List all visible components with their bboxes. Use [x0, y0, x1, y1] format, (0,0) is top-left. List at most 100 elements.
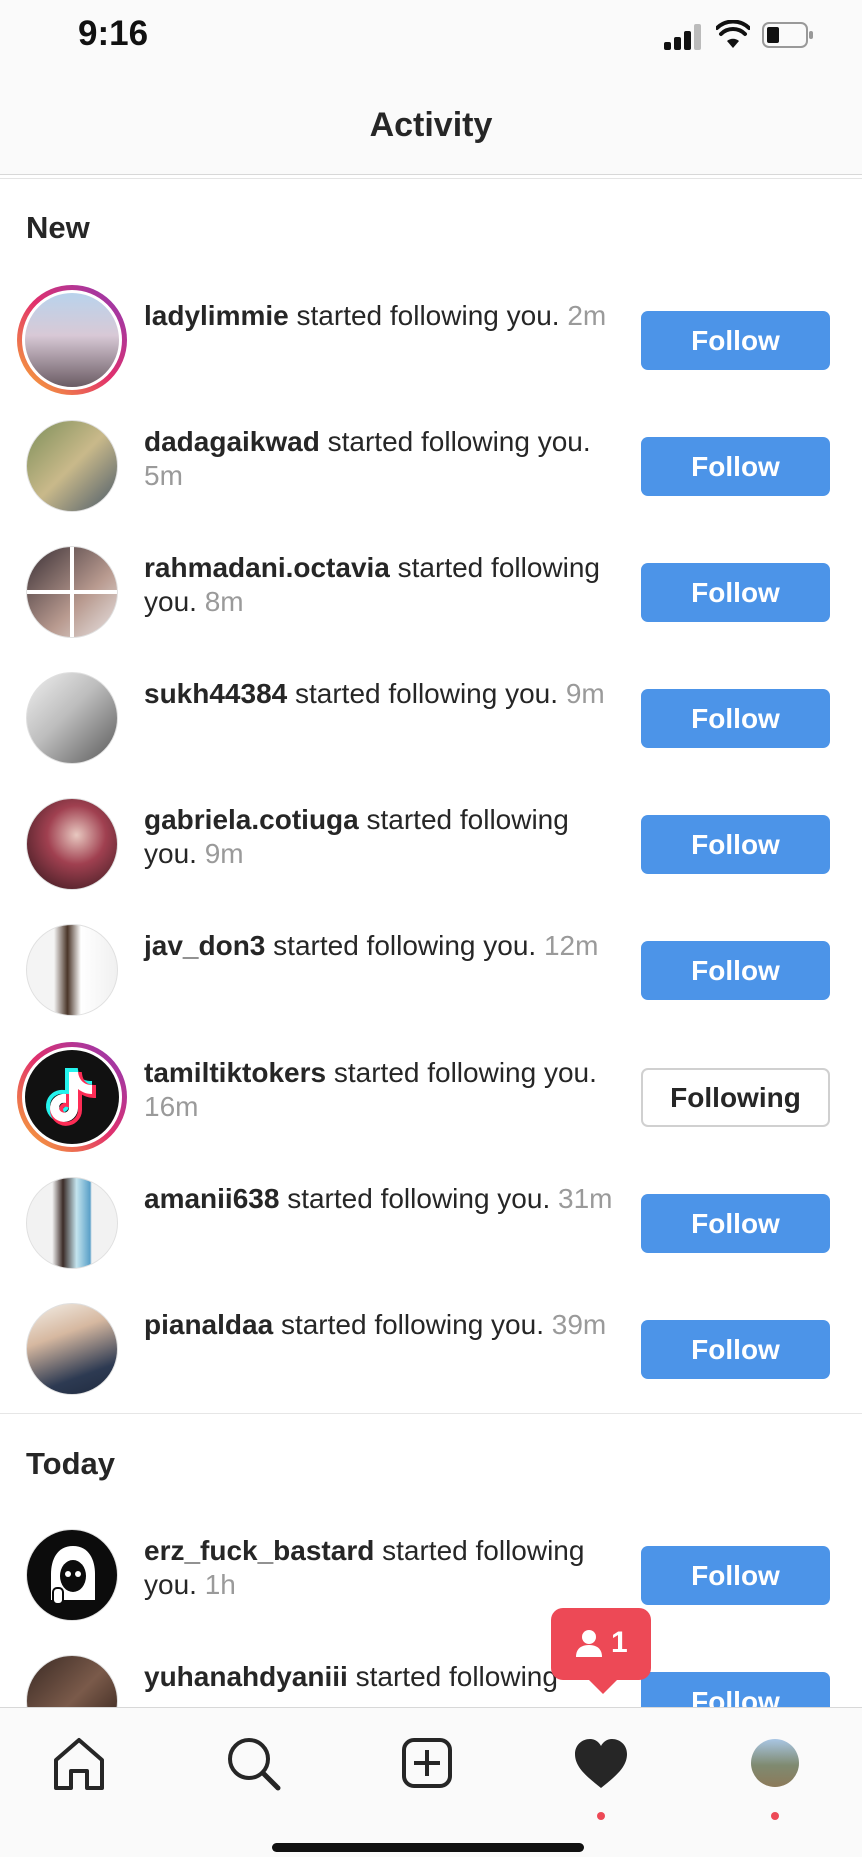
activity-action: started following you.: [287, 678, 559, 709]
avatar[interactable]: [26, 1303, 118, 1395]
activity-action: started following you.: [326, 1057, 597, 1088]
activity-action: started following you.: [319, 426, 591, 457]
avatar-frame[interactable]: [26, 420, 118, 512]
activity-row[interactable]: erz_fuck_bastard started following you. …: [0, 1512, 862, 1638]
tab-home[interactable]: [44, 1728, 114, 1798]
new-post-icon: [402, 1738, 452, 1788]
status-bar: 9:16: [0, 0, 862, 70]
tab-profile[interactable]: [740, 1728, 810, 1820]
activity-row[interactable]: ladylimmie started following you. 2m Fol…: [0, 277, 862, 403]
activity-row[interactable]: sukh44384 started following you. 9m Foll…: [0, 655, 862, 781]
username-link[interactable]: erz_fuck_bastard: [144, 1535, 374, 1566]
username-link[interactable]: amanii638: [144, 1183, 279, 1214]
activity-text: erz_fuck_bastard started following you. …: [144, 1534, 614, 1602]
section-title-new: New: [26, 210, 90, 245]
story-ring[interactable]: [17, 285, 127, 395]
tiktok-logo-icon: [46, 1068, 96, 1126]
activity-time: 2m: [567, 300, 607, 331]
avatar[interactable]: [22, 1047, 122, 1147]
cellular-signal-icon: [664, 24, 704, 50]
heart-icon: [575, 1739, 627, 1788]
avatar[interactable]: [26, 924, 118, 1016]
home-icon: [54, 1738, 104, 1790]
follower-notification-badge[interactable]: 1: [551, 1608, 651, 1694]
activity-time: 9m: [565, 678, 605, 709]
avatar-frame[interactable]: [26, 672, 118, 764]
activity-time: 1h: [204, 1569, 236, 1600]
activity-text: yuhanahdyaniii started following: [144, 1660, 614, 1694]
avatar[interactable]: [26, 546, 118, 638]
avatar[interactable]: [26, 420, 118, 512]
username-link[interactable]: pianaldaa: [144, 1309, 273, 1340]
activity-row[interactable]: tamiltiktokers started following you. 16…: [0, 1034, 862, 1160]
hooded-figure-icon: [51, 1546, 95, 1605]
activity-dot: [597, 1812, 605, 1820]
avatar[interactable]: [26, 1529, 118, 1621]
follow-button[interactable]: Follow: [641, 815, 830, 874]
activity-row[interactable]: jav_don3 started following you. 12m Foll…: [0, 907, 862, 1033]
follow-button[interactable]: Follow: [641, 1320, 830, 1379]
username-link[interactable]: yuhanahdyaniii: [144, 1661, 348, 1692]
username-link[interactable]: jav_don3: [144, 930, 265, 961]
follow-button[interactable]: Follow: [641, 1194, 830, 1253]
tab-activity[interactable]: [566, 1728, 636, 1820]
avatar[interactable]: [22, 290, 122, 390]
battery-icon: [762, 22, 813, 48]
username-link[interactable]: dadagaikwad: [144, 426, 320, 457]
follow-button[interactable]: Follow: [641, 941, 830, 1000]
avatar-frame[interactable]: [26, 546, 118, 638]
activity-time: 8m: [204, 586, 244, 617]
activity-text: amanii638 started following you. 31m: [144, 1182, 614, 1216]
activity-row[interactable]: gabriela.cotiuga started following you. …: [0, 781, 862, 907]
activity-text: gabriela.cotiuga started following you. …: [144, 803, 614, 871]
person-icon: [576, 1630, 602, 1657]
avatar-frame[interactable]: [26, 1177, 118, 1269]
avatar-frame[interactable]: [26, 1303, 118, 1395]
activity-row[interactable]: rahmadani.octavia started following you.…: [0, 529, 862, 655]
activity-time: 16m: [144, 1091, 199, 1122]
profile-dot: [771, 1812, 779, 1820]
username-link[interactable]: gabriela.cotiuga: [144, 804, 359, 835]
story-ring[interactable]: [17, 1042, 127, 1152]
activity-action: started following: [347, 1661, 558, 1692]
username-link[interactable]: sukh44384: [144, 678, 287, 709]
activity-text: rahmadani.octavia started following you.…: [144, 551, 614, 619]
follow-button[interactable]: Follow: [641, 1546, 830, 1605]
following-button[interactable]: Following: [641, 1068, 830, 1127]
tab-new-post[interactable]: [392, 1728, 462, 1798]
activity-time: 12m: [543, 930, 599, 961]
activity-time: 9m: [204, 838, 244, 869]
activity-row[interactable]: pianaldaa started following you. 39m Fol…: [0, 1286, 862, 1412]
activity-action: started following you.: [265, 930, 537, 961]
username-link[interactable]: tamiltiktokers: [144, 1057, 326, 1088]
home-indicator: [272, 1843, 584, 1852]
activity-time: 5m: [144, 460, 183, 491]
follow-button[interactable]: Follow: [641, 311, 830, 370]
status-time: 9:16: [78, 14, 149, 53]
follow-button[interactable]: Follow: [641, 437, 830, 496]
activity-action: started following you.: [279, 1183, 551, 1214]
notification-count: 1: [611, 1626, 628, 1659]
activity-text: jav_don3 started following you. 12m: [144, 929, 614, 963]
activity-text: tamiltiktokers started following you. 16…: [144, 1056, 614, 1124]
tab-search[interactable]: [218, 1728, 288, 1798]
avatar[interactable]: [26, 672, 118, 764]
follow-button[interactable]: Follow: [641, 689, 830, 748]
avatar-frame[interactable]: [26, 924, 118, 1016]
activity-action: started following you.: [288, 300, 560, 331]
activity-row[interactable]: dadagaikwad started following you. 5m Fo…: [0, 403, 862, 529]
activity-time: 39m: [551, 1309, 607, 1340]
activity-action: started following you.: [273, 1309, 544, 1340]
avatar-frame[interactable]: [26, 1529, 118, 1621]
avatar-frame[interactable]: [26, 798, 118, 890]
follow-button[interactable]: Follow: [641, 563, 830, 622]
avatar[interactable]: [26, 1177, 118, 1269]
activity-row[interactable]: amanii638 started following you. 31m Fol…: [0, 1160, 862, 1286]
avatar[interactable]: [26, 798, 118, 890]
username-link[interactable]: ladylimmie: [144, 300, 289, 331]
activity-text: sukh44384 started following you. 9m: [144, 677, 614, 711]
profile-avatar[interactable]: [751, 1739, 799, 1787]
username-link[interactable]: rahmadani.octavia: [144, 552, 390, 583]
nav-header: Activity: [0, 70, 862, 179]
search-icon: [228, 1738, 281, 1791]
